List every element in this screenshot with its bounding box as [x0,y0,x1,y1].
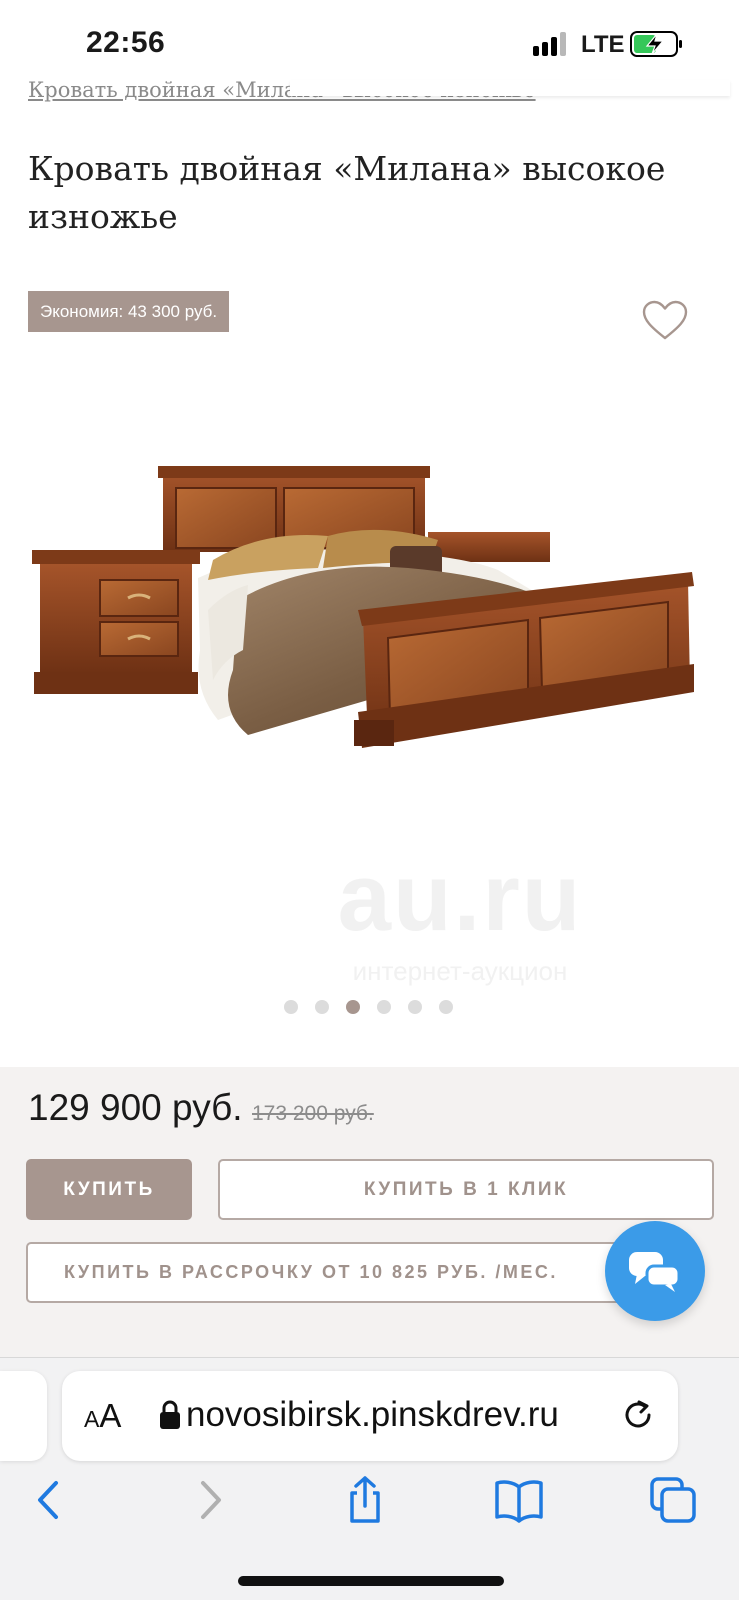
breadcrumb-overlay [290,80,730,96]
url-text: novosibirsk.pinskdrev.ru [186,1395,559,1434]
buy-one-click-button[interactable]: КУПИТЬ В 1 КЛИК [218,1159,714,1220]
carousel-dot[interactable] [315,1000,329,1014]
current-price: 129 900 руб. [28,1087,243,1128]
old-price: 173 200 руб. [252,1102,374,1125]
carousel-dot[interactable] [439,1000,453,1014]
heart-icon[interactable] [641,299,689,341]
product-image[interactable] [28,450,710,770]
watermark: au.ru интернет-аукцион [300,850,620,990]
status-bar: 22:56 LTE [0,0,739,80]
carousel-dots [284,1000,453,1014]
reload-icon[interactable] [618,1395,658,1435]
watermark-caption: интернет-аукцион [352,956,568,986]
home-indicator[interactable] [238,1576,504,1586]
battery-charging-icon [630,31,682,57]
address-bar[interactable]: AA novosibirsk.pinskdrev.ru [62,1371,678,1461]
buy-installment-button[interactable]: КУПИТЬ В РАССРОЧКУ ОТ 10 825 РУБ. /МЕС. [26,1242,646,1303]
chat-bubbles-icon [629,1252,681,1292]
bookmarks-icon[interactable] [494,1475,544,1525]
carousel-dot[interactable] [377,1000,391,1014]
page-title: Кровать двойная «Милана» высокое изножье [28,149,666,236]
tabs-icon[interactable] [648,1475,698,1525]
previous-tab-peek[interactable] [0,1371,47,1461]
share-icon[interactable] [340,1475,390,1525]
lock-icon [160,1400,180,1429]
watermark-logo: au.ru [337,844,583,951]
carousel-dot[interactable] [346,1000,360,1014]
savings-badge: Экономия: 43 300 руб. [28,291,230,332]
forward-icon[interactable] [185,1475,235,1525]
text-size-button[interactable]: AA [84,1397,121,1435]
signal-icon [533,32,573,56]
carousel-dot[interactable] [408,1000,422,1014]
chat-button[interactable] [605,1221,705,1321]
status-time: 22:56 [86,26,166,59]
carousel-dot[interactable] [284,1000,298,1014]
back-icon[interactable] [24,1475,74,1525]
network-label: LTE [581,31,625,58]
buy-button[interactable]: КУПИТЬ [26,1159,192,1220]
